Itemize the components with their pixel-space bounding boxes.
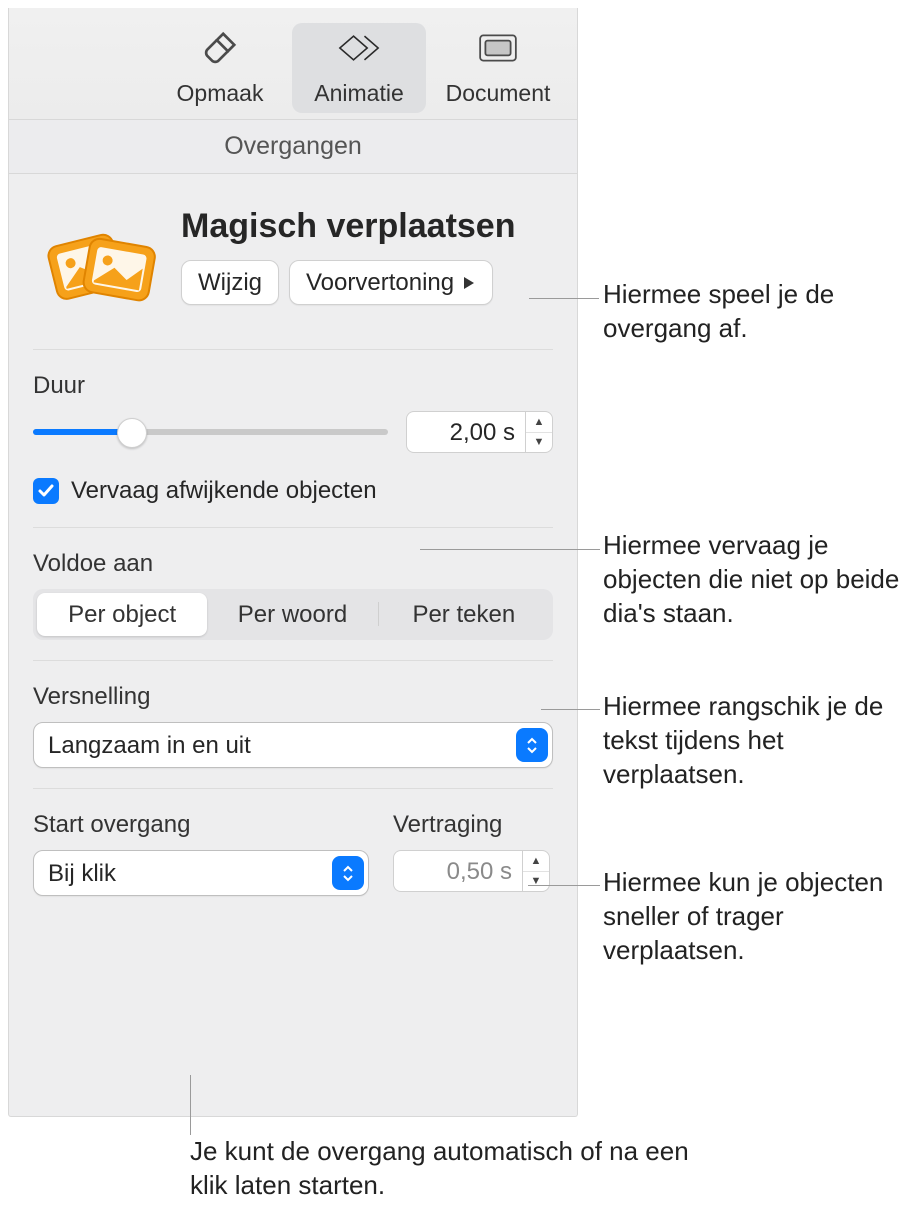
- brush-icon: [201, 29, 239, 75]
- chevron-down-icon: ▼: [523, 872, 549, 892]
- accel-dropdown[interactable]: Langzaam in en uit: [33, 722, 553, 768]
- start-value: Bij klik: [48, 858, 116, 889]
- accel-label: Versnelling: [33, 681, 553, 712]
- tab-format[interactable]: Opmaak: [153, 23, 287, 113]
- inspector-panel: Opmaak Animatie Document: [8, 8, 578, 1117]
- edit-button-label: Wijzig: [198, 267, 262, 298]
- accel-value: Langzaam in en uit: [48, 730, 251, 761]
- callout-fade: Hiermee vervaag je objecten die niet op …: [603, 529, 903, 630]
- preview-button[interactable]: Voorvertoning: [289, 260, 493, 305]
- match-label: Voldoe aan: [33, 548, 553, 579]
- duration-slider[interactable]: [33, 418, 388, 446]
- match-segmented: Per object Per woord Per teken: [33, 589, 553, 640]
- match-option-object[interactable]: Per object: [37, 593, 207, 636]
- delay-stepper[interactable]: ▲ ▼: [522, 850, 550, 892]
- duration-field[interactable]: 2,00 s: [406, 411, 525, 453]
- tab-format-label: Opmaak: [177, 79, 264, 109]
- fade-checkbox[interactable]: [33, 478, 59, 504]
- chevron-up-icon: ▲: [523, 851, 549, 872]
- inspector-tabbar: Opmaak Animatie Document: [9, 8, 577, 120]
- transition-thumb-icon: [33, 204, 163, 327]
- tab-animate[interactable]: Animatie: [292, 23, 426, 113]
- chevron-up-icon: ▲: [526, 412, 552, 433]
- match-option-char[interactable]: Per teken: [379, 593, 549, 636]
- callout-preview: Hiermee speel je de overgang af.: [603, 278, 903, 346]
- start-dropdown[interactable]: Bij klik: [33, 850, 369, 896]
- transition-title: Magisch verplaatsen: [181, 204, 515, 248]
- tab-document[interactable]: Document: [431, 23, 565, 113]
- tab-animate-label: Animatie: [314, 79, 403, 109]
- edit-button[interactable]: Wijzig: [181, 260, 279, 305]
- updown-icon: [516, 728, 548, 762]
- chevron-down-icon: ▼: [526, 433, 552, 453]
- tab-document-label: Document: [446, 79, 551, 109]
- match-option-word[interactable]: Per woord: [207, 593, 377, 636]
- callout-start: Je kunt de overgang automatisch of na ee…: [190, 1135, 730, 1203]
- start-label: Start overgang: [33, 809, 369, 840]
- callout-accel: Hiermee kun je objecten sneller of trage…: [603, 866, 903, 967]
- diamond-icon: [338, 29, 380, 75]
- delay-field[interactable]: 0,50 s: [393, 850, 522, 892]
- duration-label: Duur: [33, 370, 553, 401]
- play-icon: [462, 267, 476, 298]
- screen-icon: [477, 29, 519, 75]
- preview-button-label: Voorvertoning: [306, 267, 454, 298]
- fade-checkbox-label: Vervaag afwijkende objecten: [71, 475, 377, 506]
- delay-label: Vertraging: [393, 809, 553, 840]
- subheader-transitions: Overgangen: [9, 120, 577, 174]
- callout-match: Hiermee rangschik je de tekst tijdens he…: [603, 690, 903, 791]
- duration-stepper[interactable]: ▲ ▼: [525, 411, 553, 453]
- updown-icon: [332, 856, 364, 890]
